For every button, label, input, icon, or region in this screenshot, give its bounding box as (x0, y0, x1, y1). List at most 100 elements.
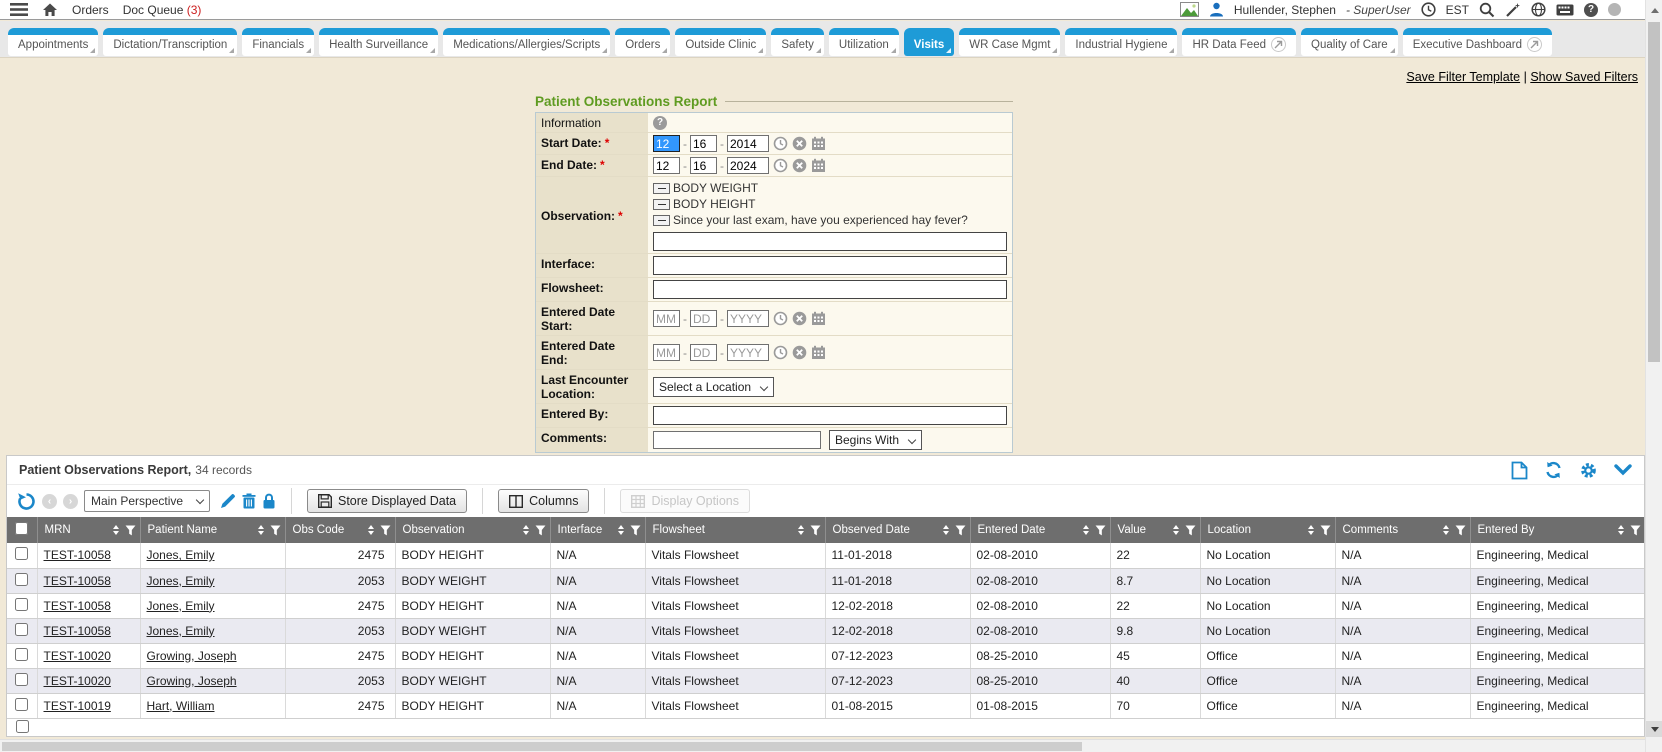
end-date-clear-icon[interactable] (792, 158, 807, 173)
lock-perspective-icon[interactable] (262, 493, 276, 509)
comments-match-type-select[interactable]: Begins With (829, 430, 922, 450)
entered-date-end-time-icon[interactable] (773, 345, 788, 360)
mrn-link[interactable]: TEST-10058 (44, 574, 111, 588)
scroll-down-arrow[interactable] (1646, 721, 1662, 737)
tab-visits[interactable]: Visits (904, 28, 954, 56)
mrn-link[interactable]: TEST-10058 (44, 548, 111, 562)
tab-quality-of-care[interactable]: Quality of Care (1301, 28, 1398, 56)
start-date-year-input[interactable] (727, 135, 769, 152)
horizontal-scrollbar-thumb[interactable] (2, 742, 1082, 751)
store-displayed-data-button[interactable]: Store Displayed Data (307, 489, 467, 513)
filter-funnel-icon[interactable] (630, 525, 641, 536)
entered-date-end-calendar-icon[interactable] (811, 345, 826, 360)
entered-date-end-day-input[interactable] (690, 344, 717, 361)
mrn-link[interactable]: TEST-10019 (44, 699, 111, 713)
entered-date-start-month-input[interactable] (653, 310, 680, 327)
remove-observation-icon[interactable] (653, 199, 670, 210)
patient-name-link[interactable]: Growing, Joseph (147, 649, 237, 663)
interface-input[interactable] (653, 256, 1007, 275)
filter-funnel-icon[interactable] (1185, 525, 1196, 536)
entered-date-end-year-input[interactable] (727, 344, 769, 361)
mrn-link[interactable]: TEST-10058 (44, 599, 111, 613)
mrn-link[interactable]: TEST-10020 (44, 649, 111, 663)
sort-icon[interactable] (1443, 525, 1449, 535)
vertical-scrollbar-thumb[interactable] (1648, 22, 1660, 362)
end-date-year-input[interactable] (727, 157, 769, 174)
row-checkbox[interactable] (15, 648, 28, 661)
filter-funnel-icon[interactable] (955, 525, 966, 536)
patient-name-link[interactable]: Jones, Emily (147, 574, 215, 588)
select-all-checkbox[interactable] (15, 522, 28, 535)
end-date-time-icon[interactable] (773, 158, 788, 173)
sort-icon[interactable] (258, 525, 264, 535)
patient-name-link[interactable]: Jones, Emily (147, 624, 215, 638)
filter-funnel-icon[interactable] (270, 525, 281, 536)
sort-icon[interactable] (523, 525, 529, 535)
column-header-observed-date[interactable]: Observed Date (825, 517, 970, 543)
sort-icon[interactable] (368, 525, 374, 535)
menu-item-doc-queue[interactable]: Doc Queue (3) (123, 3, 202, 17)
filter-funnel-icon[interactable] (1455, 525, 1466, 536)
menu-item-orders[interactable]: Orders (72, 3, 109, 17)
tab-safety[interactable]: Safety (771, 28, 824, 56)
tab-executive-dashboard[interactable]: Executive Dashboard (1403, 28, 1552, 56)
entered-by-input[interactable] (653, 406, 1007, 425)
column-header-location[interactable]: Location (1200, 517, 1335, 543)
column-header-interface[interactable]: Interface (550, 517, 645, 543)
delete-perspective-icon[interactable] (242, 493, 256, 509)
columns-button[interactable]: Columns (498, 489, 589, 513)
filter-funnel-icon[interactable] (810, 525, 821, 536)
keyboard-icon[interactable] (1556, 4, 1574, 16)
tab-financials[interactable]: Financials (242, 28, 314, 56)
start-date-clear-icon[interactable] (792, 136, 807, 151)
filter-funnel-icon[interactable] (535, 525, 546, 536)
row-checkbox[interactable] (15, 698, 28, 711)
information-help-icon[interactable]: ? (653, 116, 667, 130)
user-name[interactable]: Hullender, Stephen (1234, 3, 1336, 17)
clock-icon[interactable] (1421, 2, 1436, 17)
tab-industrial-hygiene[interactable]: Industrial Hygiene (1065, 28, 1177, 56)
sort-icon[interactable] (113, 525, 119, 535)
filter-funnel-icon[interactable] (1095, 525, 1106, 536)
mrn-link[interactable]: TEST-10058 (44, 624, 111, 638)
edit-perspective-icon[interactable] (220, 493, 236, 509)
filter-funnel-icon[interactable] (1630, 525, 1641, 536)
entered-date-start-day-input[interactable] (690, 310, 717, 327)
start-date-calendar-icon[interactable] (811, 136, 826, 151)
sort-icon[interactable] (1308, 525, 1314, 535)
row-checkbox[interactable] (16, 720, 29, 733)
end-date-month-input[interactable] (653, 157, 680, 174)
start-date-day-input[interactable] (690, 135, 717, 152)
tab-outside-clinic[interactable]: Outside Clinic (675, 28, 766, 56)
collapse-chevron-icon[interactable] (1614, 464, 1632, 476)
hamburger-menu-icon[interactable] (10, 3, 28, 16)
entered-date-end-clear-icon[interactable] (792, 345, 807, 360)
entered-date-end-month-input[interactable] (653, 344, 680, 361)
horizontal-scrollbar[interactable] (0, 739, 1645, 752)
column-header-mrn[interactable]: MRN (37, 517, 140, 543)
patient-name-link[interactable]: Jones, Emily (147, 599, 215, 613)
sort-icon[interactable] (1173, 525, 1179, 535)
observation-search-input[interactable] (653, 232, 1007, 251)
scroll-up-arrow[interactable] (1646, 2, 1662, 18)
remove-observation-icon[interactable] (653, 215, 670, 226)
patient-name-link[interactable]: Jones, Emily (147, 548, 215, 562)
column-header-entered-date[interactable]: Entered Date (970, 517, 1110, 543)
home-icon[interactable] (42, 2, 58, 17)
tab-health-surveillance[interactable]: Health Surveillance (319, 28, 438, 56)
entered-date-start-clear-icon[interactable] (792, 311, 807, 326)
column-header-comments[interactable]: Comments (1335, 517, 1470, 543)
comments-input[interactable] (653, 431, 821, 449)
perspective-select[interactable]: Main Perspective (84, 490, 210, 512)
entered-date-start-calendar-icon[interactable] (811, 311, 826, 326)
end-date-day-input[interactable] (690, 157, 717, 174)
row-checkbox[interactable] (15, 573, 28, 586)
patient-name-link[interactable]: Growing, Joseph (147, 674, 237, 688)
row-checkbox[interactable] (15, 623, 28, 636)
row-checkbox[interactable] (15, 547, 28, 560)
tab-medications-allergies-scripts[interactable]: Medications/Allergies/Scripts (443, 28, 610, 56)
column-header-patient-name[interactable]: Patient Name (140, 517, 285, 543)
column-header-flowsheet[interactable]: Flowsheet (645, 517, 825, 543)
show-saved-filters-link[interactable]: Show Saved Filters (1530, 70, 1638, 84)
row-checkbox[interactable] (15, 673, 28, 686)
